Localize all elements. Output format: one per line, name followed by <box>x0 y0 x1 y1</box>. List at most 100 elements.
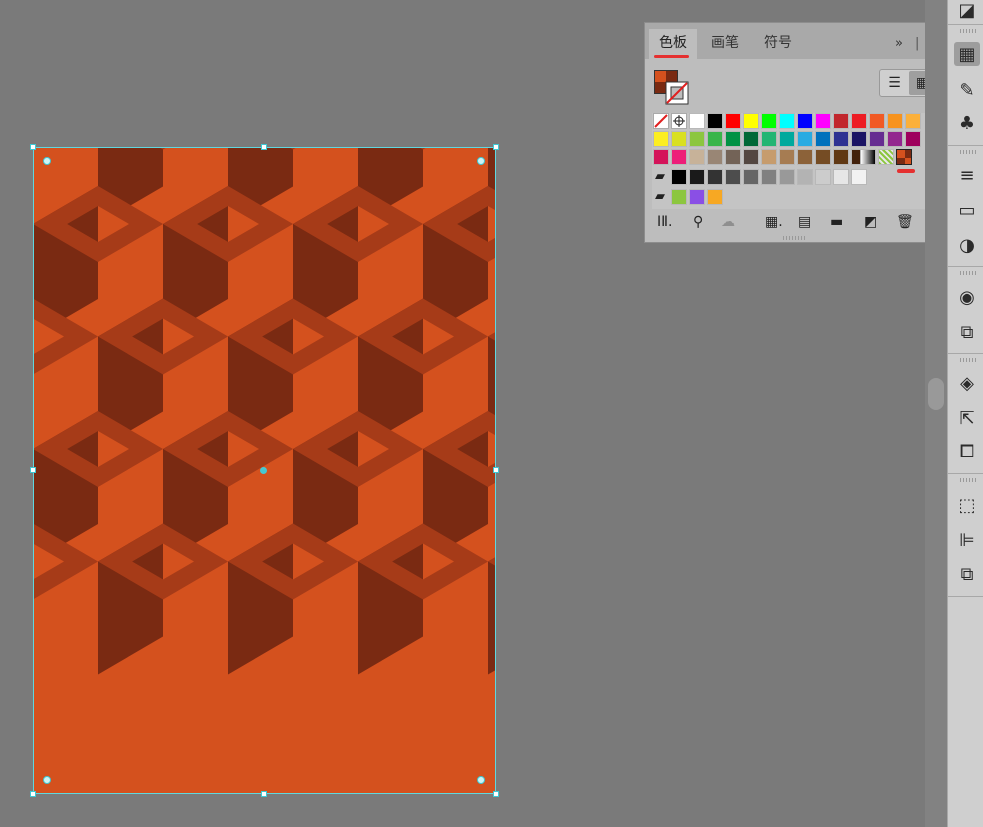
registration-swatch[interactable] <box>671 113 687 129</box>
color-swatch[interactable] <box>725 149 741 165</box>
color-swatch[interactable] <box>815 113 831 129</box>
color-swatch[interactable] <box>887 113 903 129</box>
color-swatch[interactable] <box>707 189 723 205</box>
color-swatch[interactable] <box>815 169 831 185</box>
export-icon[interactable]: ⇱ <box>954 406 980 430</box>
dock-scroll-thumb[interactable] <box>928 378 944 410</box>
list-view-icon[interactable]: ☰ <box>881 71 908 95</box>
appearance-icon[interactable]: ◉ <box>954 285 980 309</box>
color-swatch[interactable] <box>725 131 741 147</box>
color-swatch[interactable] <box>743 149 759 165</box>
color-swatch[interactable] <box>689 131 705 147</box>
stroke-none-preview[interactable] <box>665 81 689 105</box>
color-swatch[interactable] <box>905 131 921 147</box>
color-swatch[interactable] <box>797 149 813 165</box>
color-swatch[interactable] <box>797 169 813 185</box>
layers-icon[interactable]: ◈ <box>954 371 980 395</box>
dock-grip[interactable] <box>960 29 976 33</box>
new-swatch-icon[interactable]: ◩ <box>864 214 877 230</box>
resize-handle-bottom-left[interactable] <box>30 791 36 797</box>
color-swatch[interactable] <box>815 149 831 165</box>
color-swatch[interactable] <box>887 131 903 147</box>
color-swatch[interactable] <box>761 113 777 129</box>
color-swatch[interactable] <box>743 131 759 147</box>
color-swatch[interactable] <box>905 113 921 129</box>
corner-widget-bottom-right[interactable] <box>477 776 485 784</box>
color-swatch[interactable] <box>833 131 849 147</box>
brushes-icon[interactable]: ✎ <box>954 78 980 102</box>
color-swatch[interactable] <box>707 113 723 129</box>
color-swatch[interactable] <box>743 113 759 129</box>
tab-brushes[interactable]: 画笔 <box>700 29 750 59</box>
delete-icon[interactable]: 🗑 <box>896 214 914 230</box>
color-swatch[interactable] <box>779 169 795 185</box>
color-swatch[interactable] <box>743 169 759 185</box>
dock-grip[interactable] <box>960 271 976 275</box>
folder-icon[interactable]: ▰ <box>652 189 668 205</box>
pattern-swatch-cubes-selected[interactable] <box>896 149 912 165</box>
graphic-styles-icon[interactable]: ⧉ <box>954 320 980 344</box>
color-swatch[interactable] <box>725 169 741 185</box>
gradient-panel-icon[interactable]: ◪ <box>954 0 980 22</box>
color-swatch[interactable] <box>779 113 795 129</box>
gradient-icon[interactable]: ▭ <box>954 198 980 222</box>
color-swatch[interactable] <box>851 169 867 185</box>
folder-icon[interactable]: ▬ <box>830 214 843 230</box>
corner-widget-bottom-left[interactable] <box>43 776 51 784</box>
swatch-options-icon[interactable]: ▦. <box>765 214 783 230</box>
color-swatch[interactable] <box>815 131 831 147</box>
color-swatch[interactable] <box>671 131 687 147</box>
library-icon[interactable]: ⅠⅡ. <box>657 214 672 230</box>
color-swatch[interactable] <box>707 149 723 165</box>
resize-handle-top-left[interactable] <box>30 144 36 150</box>
resize-handle-bottom[interactable] <box>261 791 267 797</box>
swatches-icon[interactable]: ▦ <box>954 42 980 66</box>
corner-widget-top-right[interactable] <box>477 157 485 165</box>
resize-handle-top[interactable] <box>261 144 267 150</box>
color-swatch[interactable] <box>851 131 867 147</box>
gradient-swatch[interactable] <box>860 149 876 165</box>
symbols-icon[interactable]: ♣ <box>954 111 980 135</box>
color-swatch[interactable] <box>761 169 777 185</box>
swatch-kind-icon[interactable]: ⚲ <box>693 214 703 230</box>
dock-grip[interactable] <box>960 478 976 482</box>
color-swatch[interactable] <box>869 113 885 129</box>
color-swatch[interactable] <box>707 169 723 185</box>
tab-symbols[interactable]: 符号 <box>753 29 803 59</box>
color-swatch[interactable] <box>653 131 669 147</box>
color-swatch[interactable] <box>779 149 795 165</box>
resize-handle-right[interactable] <box>493 467 499 473</box>
corner-widget-top-left[interactable] <box>43 157 51 165</box>
color-swatch[interactable] <box>761 149 777 165</box>
color-swatch[interactable] <box>707 131 723 147</box>
color-swatch[interactable] <box>653 149 669 165</box>
transform-icon[interactable]: ⬚ <box>954 493 980 517</box>
color-swatch[interactable] <box>797 131 813 147</box>
color-swatch[interactable] <box>671 149 687 165</box>
color-swatch[interactable] <box>689 189 705 205</box>
color-swatch[interactable] <box>851 113 867 129</box>
color-swatch[interactable] <box>689 149 705 165</box>
new-color-group-icon[interactable]: ▤ <box>798 214 811 230</box>
align-icon[interactable]: ⊫ <box>954 528 980 552</box>
color-swatch[interactable] <box>833 149 849 165</box>
color-swatch[interactable] <box>833 169 849 185</box>
resize-handle-top-right[interactable] <box>493 144 499 150</box>
color-swatch[interactable] <box>869 131 885 147</box>
color-swatch[interactable] <box>671 189 687 205</box>
resize-handle-bottom-right[interactable] <box>493 791 499 797</box>
pathfinder-icon[interactable]: ⧉ <box>954 562 980 586</box>
color-swatch[interactable] <box>689 169 705 185</box>
color-swatch[interactable] <box>833 113 849 129</box>
expand-icon[interactable]: » <box>895 36 903 51</box>
color-swatch[interactable] <box>779 131 795 147</box>
color-swatch[interactable] <box>797 113 813 129</box>
transparency-icon[interactable]: ◑ <box>954 233 980 257</box>
dock-grip[interactable] <box>960 150 976 154</box>
resize-handle-left[interactable] <box>30 467 36 473</box>
color-swatch[interactable] <box>761 131 777 147</box>
color-swatch[interactable] <box>725 113 741 129</box>
stroke-icon[interactable]: ≡ <box>954 163 980 187</box>
color-swatch[interactable] <box>689 113 705 129</box>
dock-grip[interactable] <box>960 358 976 362</box>
